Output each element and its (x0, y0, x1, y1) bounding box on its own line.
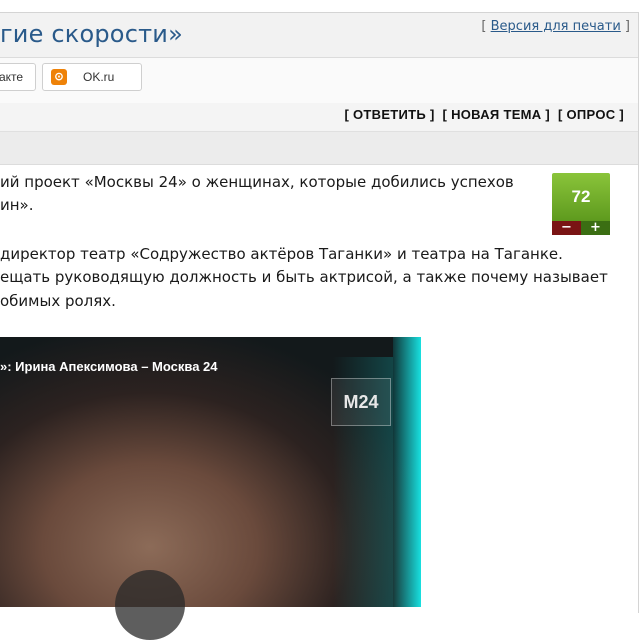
new-topic-button[interactable]: [ НОВАЯ ТЕМА ] (443, 107, 551, 122)
channel-logo: M24 (331, 378, 391, 426)
video-cyan-edge (393, 337, 421, 607)
rating-minus-button[interactable]: − (552, 221, 581, 235)
vk-share-label: акте (0, 70, 24, 84)
post-text-line: обимых ролях. (0, 292, 116, 310)
topic-title: гие скорости» (0, 20, 183, 48)
ok-share-button[interactable]: ⊙ OK.ru (42, 63, 142, 91)
ok-icon: ⊙ (51, 69, 67, 85)
share-row: акте ⊙ OK.ru (0, 58, 638, 104)
post-text-line: ещать руководящую должность и быть актри… (0, 268, 608, 286)
poll-button[interactable]: [ ОПРОС ] (558, 107, 624, 122)
title-bar: гие скорости» [ Версия для печати ] (0, 13, 638, 58)
print-bracket-open: [ (481, 19, 491, 34)
rating-controls: − + (552, 221, 610, 235)
video-title[interactable]: »: Ирина Апексимова – Москва 24 (0, 359, 218, 374)
ok-share-label: OK.ru (83, 70, 115, 84)
topic-actions-bar: [ ОТВЕТИТЬ ] [ НОВАЯ ТЕМА ] [ ОПРОС ] (0, 103, 638, 132)
post-header (0, 132, 638, 165)
print-version-link[interactable]: Версия для печати (491, 19, 621, 34)
post-text-line: ин». (0, 196, 34, 214)
topic-actions: [ ОТВЕТИТЬ ] [ НОВАЯ ТЕМА ] [ ОПРОС ] (340, 107, 624, 122)
reply-button[interactable]: [ ОТВЕТИТЬ ] (344, 107, 434, 122)
post-text-line: ий проект «Москвы 24» о женщинах, которы… (0, 173, 514, 191)
rating-value: 72 (552, 173, 610, 221)
rating-plus-button[interactable]: + (581, 221, 610, 235)
vk-share-button[interactable]: акте (0, 63, 36, 91)
post-rating: 72 − + (552, 173, 610, 237)
print-bracket-close: ] (620, 19, 630, 34)
play-icon[interactable] (115, 570, 185, 640)
post-text-line: директор театр «Содружество актёров Тага… (0, 245, 563, 263)
print-version: [ Версия для печати ] (481, 19, 630, 34)
